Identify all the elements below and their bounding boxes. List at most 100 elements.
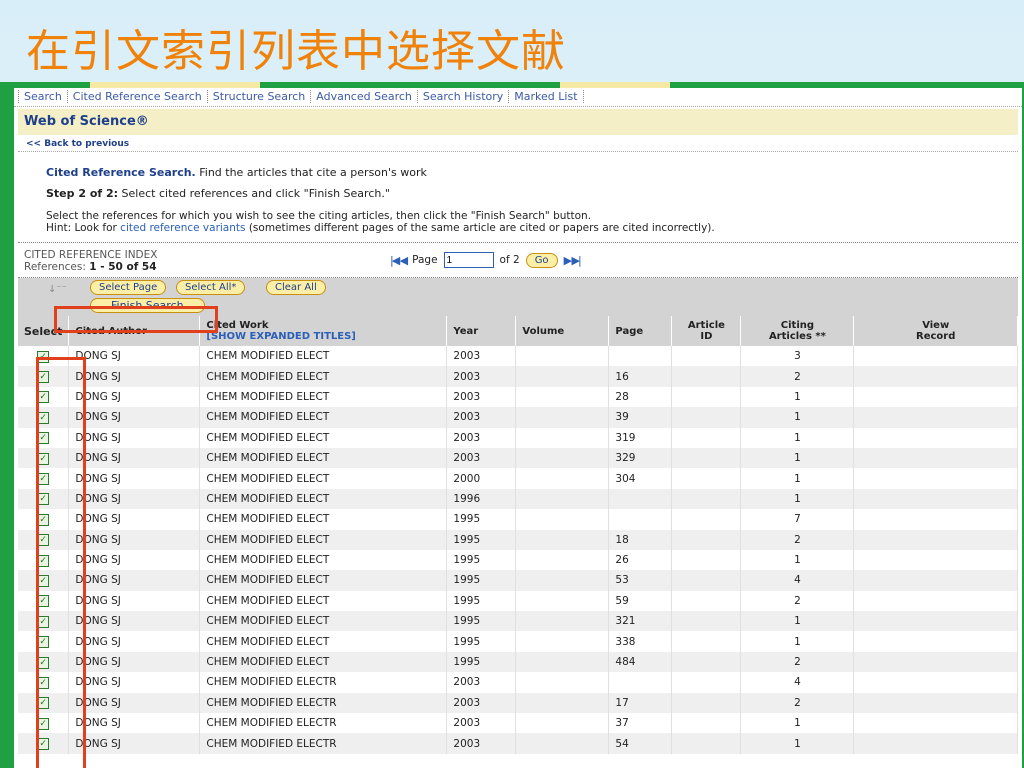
select-page-button[interactable]: Select Page [90, 280, 167, 295]
table-row: ✓ DONG SJ CHEM MODIFIED ELECTR 2003 4 [18, 672, 1018, 693]
article-id [671, 468, 742, 489]
col-year: Year [446, 316, 517, 346]
next-last-icon[interactable]: ▶ ▶| [564, 254, 582, 267]
article-id [671, 427, 742, 448]
nav-search[interactable]: Search [18, 90, 68, 103]
volume [515, 447, 610, 469]
cited-author: DONG SJ [68, 692, 201, 714]
citing-articles: 2 [740, 590, 855, 612]
table-row: ✓ DONG SJ CHEM MODIFIED ELECT 1995 53 4 [18, 570, 1018, 591]
index-label: CITED REFERENCE INDEX [24, 249, 158, 261]
volume [515, 549, 610, 571]
citing-articles: 1 [740, 488, 855, 510]
volume [515, 672, 610, 693]
reference-table: Select Cited Author Cited Work [SHOW EXPA… [18, 316, 1018, 754]
show-expanded-link[interactable]: [SHOW EXPANDED TITLES] [206, 331, 355, 342]
year: 1995 [446, 549, 517, 571]
citing-articles: 1 [740, 386, 855, 408]
view-record [853, 733, 1018, 754]
cited-work: CHEM MODIFIED ELECT [199, 366, 448, 387]
table-row: ✓ DONG SJ CHEM MODIFIED ELECT 2003 3 [18, 346, 1018, 367]
cited-author: DONG SJ [68, 611, 201, 632]
cited-author: DONG SJ [68, 407, 201, 428]
col-volume: Volume [515, 316, 610, 346]
index-info: CITED REFERENCE INDEX References: 1 - 50… [24, 249, 157, 273]
citing-articles: 1 [740, 549, 855, 571]
article-id [671, 611, 742, 632]
page [608, 488, 673, 510]
finish-search-highlight [54, 306, 218, 333]
nav-search-history[interactable]: Search History [417, 90, 510, 103]
intro-heading-desc: Find the articles that cite a person's w… [195, 166, 427, 179]
page: 321 [608, 611, 673, 632]
cited-author: DONG SJ [68, 713, 201, 734]
cited-author: DONG SJ [68, 386, 201, 408]
back-link[interactable]: << Back to previous [18, 137, 1018, 152]
cited-work: CHEM MODIFIED ELECT [199, 427, 448, 448]
volume [515, 631, 610, 652]
view-record [853, 611, 1018, 632]
cited-author: DONG SJ [68, 549, 201, 571]
table-row: ✓ DONG SJ CHEM MODIFIED ELECT 2003 329 1 [18, 447, 1018, 469]
volume [515, 346, 610, 367]
article-id [671, 447, 742, 469]
page: 329 [608, 447, 673, 469]
cited-author: DONG SJ [68, 733, 201, 754]
view-record [853, 529, 1018, 550]
volume [515, 713, 610, 734]
top-nav: Search Cited Reference Search Structure Se… [14, 88, 1022, 107]
table-row: ✓ DONG SJ CHEM MODIFIED ELECT 1995 321 1 [18, 611, 1018, 632]
cited-work: CHEM MODIFIED ELECTR [199, 672, 448, 693]
go-button[interactable]: Go [525, 252, 558, 268]
year: 1995 [446, 631, 517, 652]
slide-title: 在引文索引列表中选择文献 [26, 26, 566, 77]
article-id [671, 672, 742, 693]
cited-work: CHEM MODIFIED ELECT [199, 509, 448, 530]
intro: Cited Reference Search. Find the article… [14, 152, 1022, 234]
article-id [671, 651, 742, 673]
cited-author: DONG SJ [68, 468, 201, 489]
view-record [853, 549, 1018, 571]
page: 319 [608, 427, 673, 448]
volume [515, 590, 610, 612]
nav-cited-reference-search[interactable]: Cited Reference Search [67, 90, 208, 103]
volume [515, 366, 610, 387]
nav-advanced-search[interactable]: Advanced Search [311, 90, 418, 103]
page: 17 [608, 692, 673, 714]
cited-author: DONG SJ [68, 488, 201, 510]
table-row: ✓ DONG SJ CHEM MODIFIED ELECT 1995 18 2 [18, 529, 1018, 550]
year: 1995 [446, 611, 517, 632]
table-row: ✓ DONG SJ CHEM MODIFIED ELECT 1995 338 1 [18, 631, 1018, 652]
volume [515, 651, 610, 673]
citing-articles: 1 [740, 733, 855, 754]
clear-all-button[interactable]: Clear All [266, 280, 326, 295]
view-record [853, 692, 1018, 714]
year: 2003 [446, 386, 517, 408]
view-record [853, 651, 1018, 673]
hint-prefix: Hint: Look for [46, 222, 121, 234]
volume [515, 488, 610, 510]
nav-structure-search[interactable]: Structure Search [207, 90, 312, 103]
citing-articles: 1 [740, 407, 855, 428]
page-input[interactable] [443, 252, 494, 268]
volume [515, 468, 610, 489]
table-row: ✓ DONG SJ CHEM MODIFIED ELECT 2003 28 1 [18, 386, 1018, 408]
view-record [853, 366, 1018, 387]
select-all-button[interactable]: Select All* [176, 280, 246, 295]
year: 2003 [446, 447, 517, 469]
step-label: Step 2 of 2: [46, 187, 119, 200]
nav-marked-list[interactable]: Marked List [509, 90, 584, 103]
volume [515, 386, 610, 408]
citing-articles: 1 [740, 468, 855, 489]
cited-work: CHEM MODIFIED ELECT [199, 488, 448, 510]
page: 59 [608, 590, 673, 612]
page [608, 509, 673, 530]
page: 53 [608, 570, 673, 591]
view-record [853, 447, 1018, 469]
first-prev-icon[interactable]: |◀ ◀ [390, 254, 408, 267]
page: 28 [608, 386, 673, 408]
article-id [671, 570, 742, 591]
hint-link[interactable]: cited reference variants [120, 222, 245, 234]
view-record [853, 488, 1018, 510]
cited-author: DONG SJ [68, 672, 201, 693]
